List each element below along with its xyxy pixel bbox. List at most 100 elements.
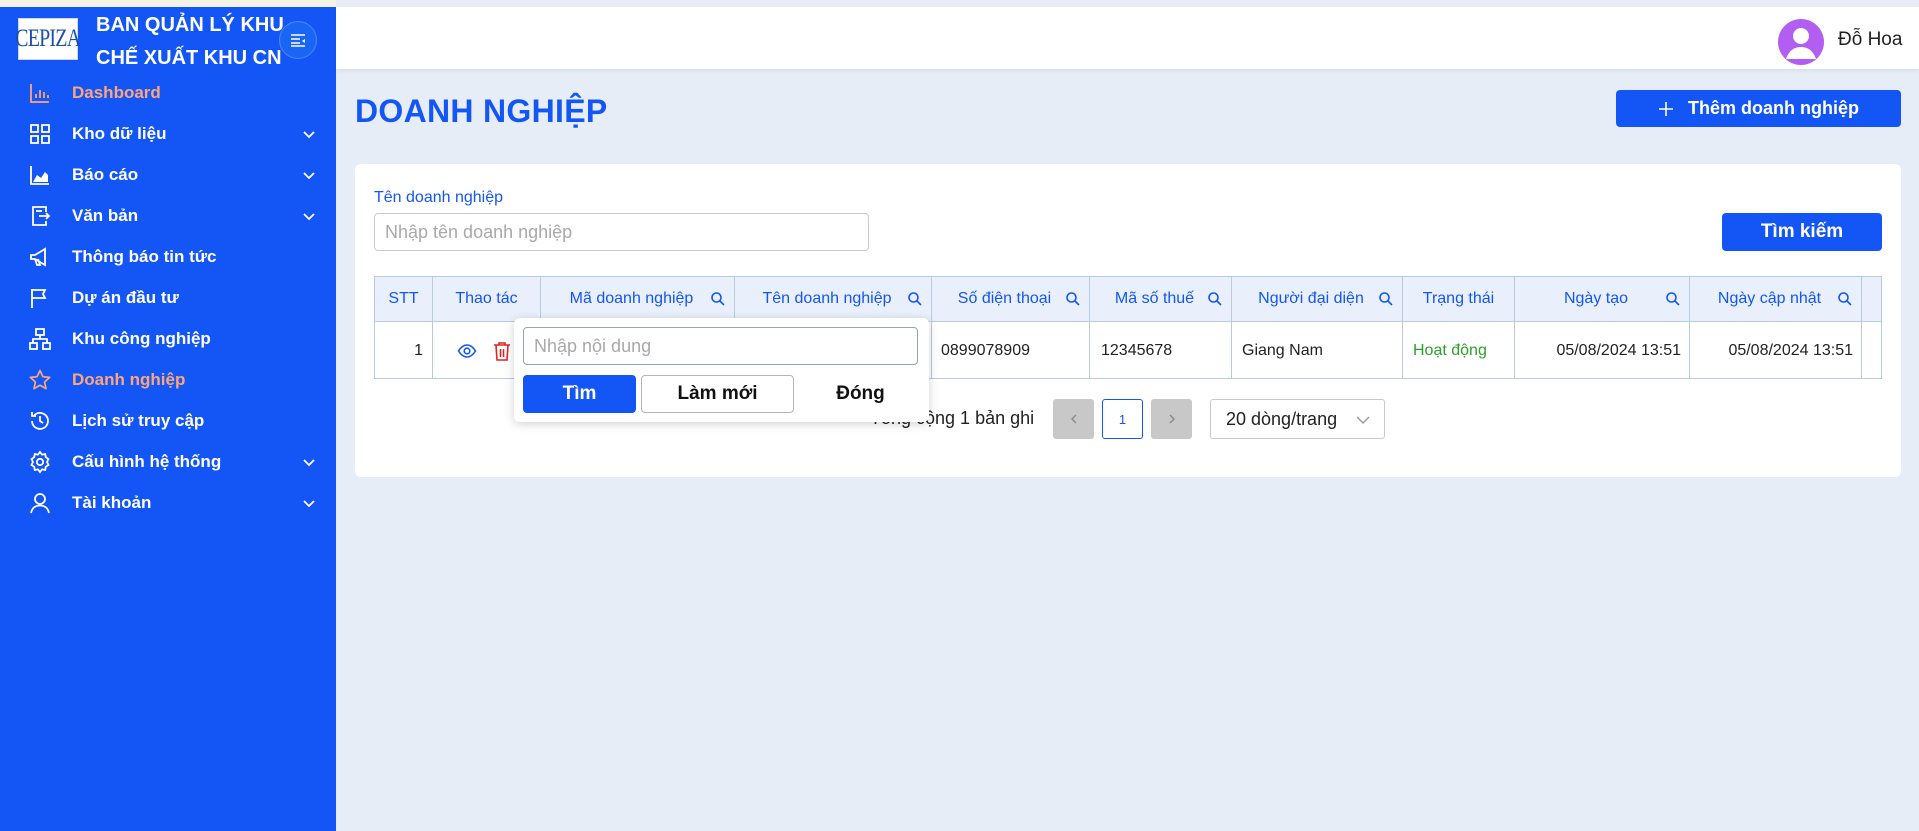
- search-icon[interactable]: [1378, 291, 1394, 307]
- logo-text: CEPIZA: [15, 25, 81, 52]
- search-icon[interactable]: [1837, 291, 1853, 307]
- next-page-button[interactable]: [1151, 399, 1192, 439]
- cell-representative: Giang Nam: [1232, 322, 1403, 379]
- sidebar-item-projects[interactable]: Dự án đầu tư: [0, 277, 336, 318]
- filter-search-button[interactable]: Tìm: [523, 375, 636, 413]
- column-header-label: Mã số thuế: [1114, 290, 1195, 307]
- search-button[interactable]: Tìm kiếm: [1722, 213, 1882, 251]
- filter-close-button[interactable]: Đóng: [803, 375, 918, 413]
- column-header-representative: Người đại diện: [1232, 277, 1403, 321]
- column-header-label: Ngày tạo: [1563, 290, 1629, 307]
- megaphone-icon: [30, 247, 46, 267]
- column-header-label: Trạng thái: [1422, 290, 1495, 307]
- avatar[interactable]: [1778, 19, 1824, 65]
- eye-icon[interactable]: [457, 341, 477, 361]
- column-header-actions: Thao tác: [433, 277, 541, 321]
- search-label: Tên doanh nghiệp: [374, 189, 503, 206]
- column-header-label: Số điện thoại: [957, 290, 1052, 307]
- org-name-line1: BAN QUẢN LÝ KHU: [96, 14, 284, 36]
- sidebar-item-data-store[interactable]: Kho dữ liệu: [0, 113, 336, 154]
- search-icon[interactable]: [1207, 291, 1223, 307]
- column-header-label: Mã doanh nghiệp: [569, 290, 694, 307]
- bar-chart-icon: [30, 84, 49, 103]
- collapse-sidebar-button[interactable]: [279, 21, 317, 59]
- chevron-down-icon: [303, 131, 315, 139]
- sidebar-item-enterprises[interactable]: Doanh nghiệp: [0, 359, 336, 400]
- chevron-left-icon: [1070, 414, 1076, 424]
- sidebar-item-account[interactable]: Tài khoản: [0, 482, 336, 523]
- sidebar-item-label: Khu công nghiệp: [72, 328, 211, 348]
- cell-stt: 1: [375, 322, 433, 379]
- area-chart-icon: [30, 166, 49, 185]
- filter-input[interactable]: [523, 327, 918, 365]
- sidebar-item-reports[interactable]: Báo cáo: [0, 154, 336, 195]
- sidebar-item-label: Lịch sử truy cập: [72, 410, 205, 430]
- enterprise-name-search-input[interactable]: [374, 213, 869, 251]
- sidebar-item-label: Cấu hình hệ thống: [72, 451, 222, 471]
- add-enterprise-button[interactable]: Thêm doanh nghiệp: [1616, 90, 1901, 127]
- column-header-label: STT: [388, 290, 419, 307]
- grid-icon: [30, 124, 50, 144]
- plus-icon: [1659, 101, 1673, 116]
- sidebar-item-label: Báo cáo: [72, 164, 139, 184]
- org-name-line2: CHẾ XUẤT KHU CN: [96, 47, 282, 69]
- brand-logo[interactable]: CEPIZA: [15, 18, 81, 60]
- sidebar-item-documents[interactable]: Văn bản: [0, 195, 336, 236]
- user-avatar-icon: [1786, 28, 1816, 59]
- chevron-down-icon: [303, 500, 315, 508]
- chevron-down-icon: [1356, 416, 1370, 424]
- sidebar-item-label: Doanh nghiệp: [72, 369, 186, 389]
- add-enterprise-label: Thêm doanh nghiệp: [1688, 98, 1859, 118]
- flag-icon: [31, 289, 47, 308]
- menu-fold-icon: [291, 34, 305, 47]
- column-header-updated: Ngày cập nhật: [1690, 277, 1862, 321]
- page-size-select[interactable]: 20 dòng/trang: [1210, 399, 1385, 439]
- sidebar-item-industrial-zones[interactable]: Khu công nghiệp: [0, 318, 336, 359]
- sidebar-item-access-history[interactable]: Lịch sử truy cập: [0, 400, 336, 441]
- page-number[interactable]: 1: [1102, 399, 1143, 439]
- column-filter-popover: Tìm Làm mới Đóng: [514, 318, 929, 422]
- username[interactable]: Đỗ Hoa: [1838, 29, 1902, 51]
- sidebar-item-label: Tài khoản: [72, 492, 152, 512]
- search-icon[interactable]: [1665, 291, 1681, 307]
- cell-created: 05/08/2024 13:51: [1515, 322, 1690, 379]
- cluster-icon: [29, 328, 51, 350]
- cell-tax-code: 12345678: [1090, 322, 1232, 379]
- search-icon[interactable]: [1065, 291, 1081, 307]
- sidebar-item-label: Thông báo tin tức: [72, 246, 217, 266]
- cell-phone: 0899078909: [932, 322, 1090, 379]
- column-header-status: Trạng thái: [1403, 277, 1515, 321]
- search-icon[interactable]: [710, 291, 726, 307]
- column-header-label: Thao tác: [455, 290, 518, 307]
- column-header-label: Người đại diện: [1258, 290, 1364, 307]
- top-header: [336, 7, 1919, 69]
- chevron-down-icon: [303, 172, 315, 180]
- chevron-down-icon: [303, 213, 315, 221]
- sidebar-item-dashboard[interactable]: Dashboard: [0, 72, 336, 113]
- column-header-label: Tên doanh nghiệp: [762, 290, 892, 307]
- sidebar-menu: Dashboard Kho dữ liệu Báo cáo Văn bản Th…: [0, 72, 336, 523]
- top-strip: [0, 0, 336, 7]
- prev-page-button[interactable]: [1053, 399, 1094, 439]
- column-header-enterprise-code: Mã doanh nghiệp: [541, 277, 735, 321]
- column-header-created: Ngày tạo: [1515, 277, 1690, 321]
- sidebar-item-label: Dashboard: [72, 82, 161, 102]
- page-title: DOANH NGHIỆP: [355, 93, 608, 129]
- status-badge: Hoạt động: [1403, 322, 1515, 379]
- star-icon: [29, 369, 51, 390]
- gear-icon: [30, 450, 50, 474]
- document-export-icon: [32, 206, 51, 226]
- column-header-phone: Số điện thoại: [932, 277, 1090, 321]
- cell-updated: 05/08/2024 13:51: [1690, 322, 1862, 379]
- page-size-value: 20 dòng/trang: [1226, 408, 1338, 429]
- column-header-tax-code: Mã số thuế: [1090, 277, 1232, 321]
- sidebar-item-label: Kho dữ liệu: [72, 123, 167, 143]
- filter-reset-button[interactable]: Làm mới: [641, 375, 794, 413]
- column-header-label: Ngày cập nhật: [1717, 290, 1822, 307]
- sidebar-item-system-config[interactable]: Cấu hình hệ thống: [0, 441, 336, 482]
- org-name: BAN QUẢN LÝ KHU CHẾ XUẤT KHU CN: [96, 9, 284, 75]
- search-icon[interactable]: [907, 291, 923, 307]
- sidebar: CEPIZA BAN QUẢN LÝ KHU CHẾ XUẤT KHU CN D…: [0, 0, 336, 831]
- sidebar-item-news[interactable]: Thông báo tin tức: [0, 236, 336, 277]
- delete-icon[interactable]: [493, 341, 511, 361]
